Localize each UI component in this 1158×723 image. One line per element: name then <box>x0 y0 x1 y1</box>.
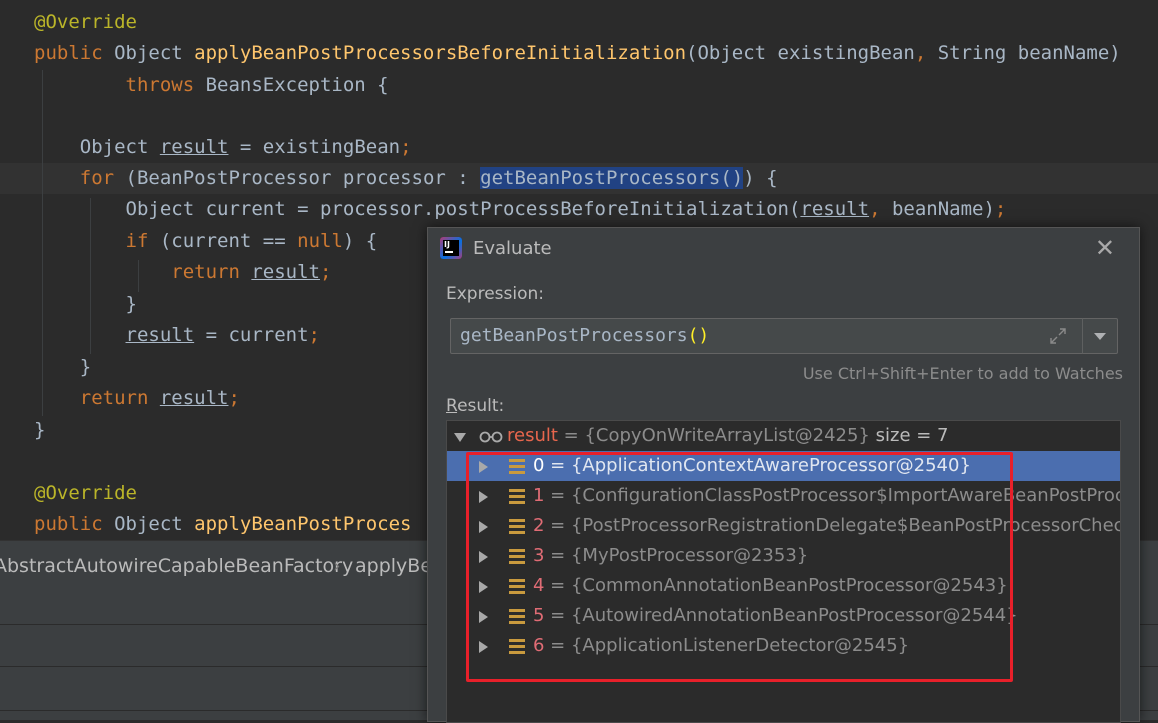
code-line: result = current; <box>34 320 320 351</box>
code-token: ) { <box>342 230 378 252</box>
code-token: , <box>869 198 892 220</box>
close-icon[interactable]: ✕ <box>1095 234 1115 262</box>
code-token: , <box>914 42 938 64</box>
expand-icon[interactable] <box>1049 327 1067 345</box>
breadcrumb-separator-icon: › <box>333 555 341 577</box>
intellij-logo-icon: IJ <box>440 237 462 259</box>
code-token: ; <box>228 387 240 409</box>
code-token: return <box>171 261 252 283</box>
code-token: throws <box>125 74 206 96</box>
code-token: result <box>251 261 320 283</box>
code-token: null <box>297 230 343 252</box>
code-token: public <box>34 513 115 535</box>
code-token: result <box>800 198 870 220</box>
dialog-title: Evaluate <box>473 238 552 259</box>
code-line: } <box>34 415 45 446</box>
code-token: Object <box>114 42 195 64</box>
expression-input[interactable]: getBeanPostProcessors() <box>450 318 1084 354</box>
code-token: (Object existingBean <box>686 42 915 64</box>
code-token: Object current = processor.postProcessBe… <box>34 198 801 220</box>
code-token: getBeanPostProcessors() <box>480 167 744 189</box>
code-token: String beanName) <box>937 42 1121 64</box>
code-line: public Object applyBeanPostProcessorsBef… <box>34 38 1121 69</box>
watches-hint: Use Ctrl+Shift+Enter to add to Watches <box>802 364 1123 383</box>
code-token: public <box>34 42 115 64</box>
code-token: result <box>159 387 229 409</box>
expression-history-dropdown[interactable] <box>1082 318 1118 354</box>
code-token: return <box>79 387 160 409</box>
chevron-down-icon <box>1094 333 1106 340</box>
expression-parens: () <box>687 325 710 346</box>
code-token: applyBeanPostProces <box>194 513 412 535</box>
result-label: Result: <box>446 396 505 416</box>
code-token: (current == <box>159 230 298 252</box>
code-token: = current <box>194 324 309 346</box>
breadcrumb-item-class[interactable]: AbstractAutowireCapableBeanFactory <box>0 541 353 591</box>
expression-label: Expression: <box>446 284 545 304</box>
code-line: public Object applyBeanPostProces <box>34 509 412 540</box>
expression-text: getBeanPostProcessors <box>460 325 688 346</box>
code-token: } <box>34 356 92 378</box>
code-token: ; <box>400 136 412 158</box>
code-line: Object result = existingBean; <box>34 132 412 163</box>
code-token: } <box>34 293 137 315</box>
code-line: } <box>34 289 137 320</box>
code-line: for (BeanPostProcessor processor : getBe… <box>34 163 778 194</box>
code-token: ; <box>320 261 332 283</box>
code-line: throws BeansException { <box>34 70 389 101</box>
code-line: if (current == null) { <box>34 226 378 257</box>
annotation-highlight-box <box>466 452 1013 682</box>
result-name: result <box>507 425 558 446</box>
code-token: Object <box>34 136 160 158</box>
code-line: return result; <box>34 257 331 288</box>
code-token: @Override <box>34 11 137 33</box>
code-line: return result; <box>34 383 240 414</box>
code-token: } <box>34 419 46 441</box>
code-line: } <box>34 352 91 383</box>
code-token: result <box>125 324 195 346</box>
watch-glasses-icon <box>479 431 503 443</box>
collapse-arrow-icon[interactable] <box>454 433 466 442</box>
code-token: beanName) <box>891 198 995 220</box>
tree-row-root[interactable]: result = {CopyOnWriteArrayList@2425} siz… <box>447 421 1120 451</box>
result-value: {CopyOnWriteArrayList@2425} <box>584 425 870 446</box>
result-size: size = 7 <box>869 425 949 446</box>
code-token: applyBeanPostProcessorsBeforeInitializat… <box>194 42 687 64</box>
code-line: @Override <box>34 7 137 38</box>
code-token: result <box>159 136 229 158</box>
code-token: if <box>125 230 160 252</box>
code-line: Object current = processor.postProcessBe… <box>34 194 1007 225</box>
code-token: Object <box>114 513 195 535</box>
code-token: for <box>79 167 126 189</box>
code-token: ; <box>308 324 320 346</box>
code-token: ; <box>994 198 1007 220</box>
code-token: BeansException { <box>205 74 389 96</box>
code-token: (BeanPostProcessor processor : <box>125 167 481 189</box>
code-token: @Override <box>34 482 137 504</box>
code-line: @Override <box>34 478 137 509</box>
code-token: ) { <box>743 167 778 189</box>
code-token: = existingBean <box>228 136 401 158</box>
